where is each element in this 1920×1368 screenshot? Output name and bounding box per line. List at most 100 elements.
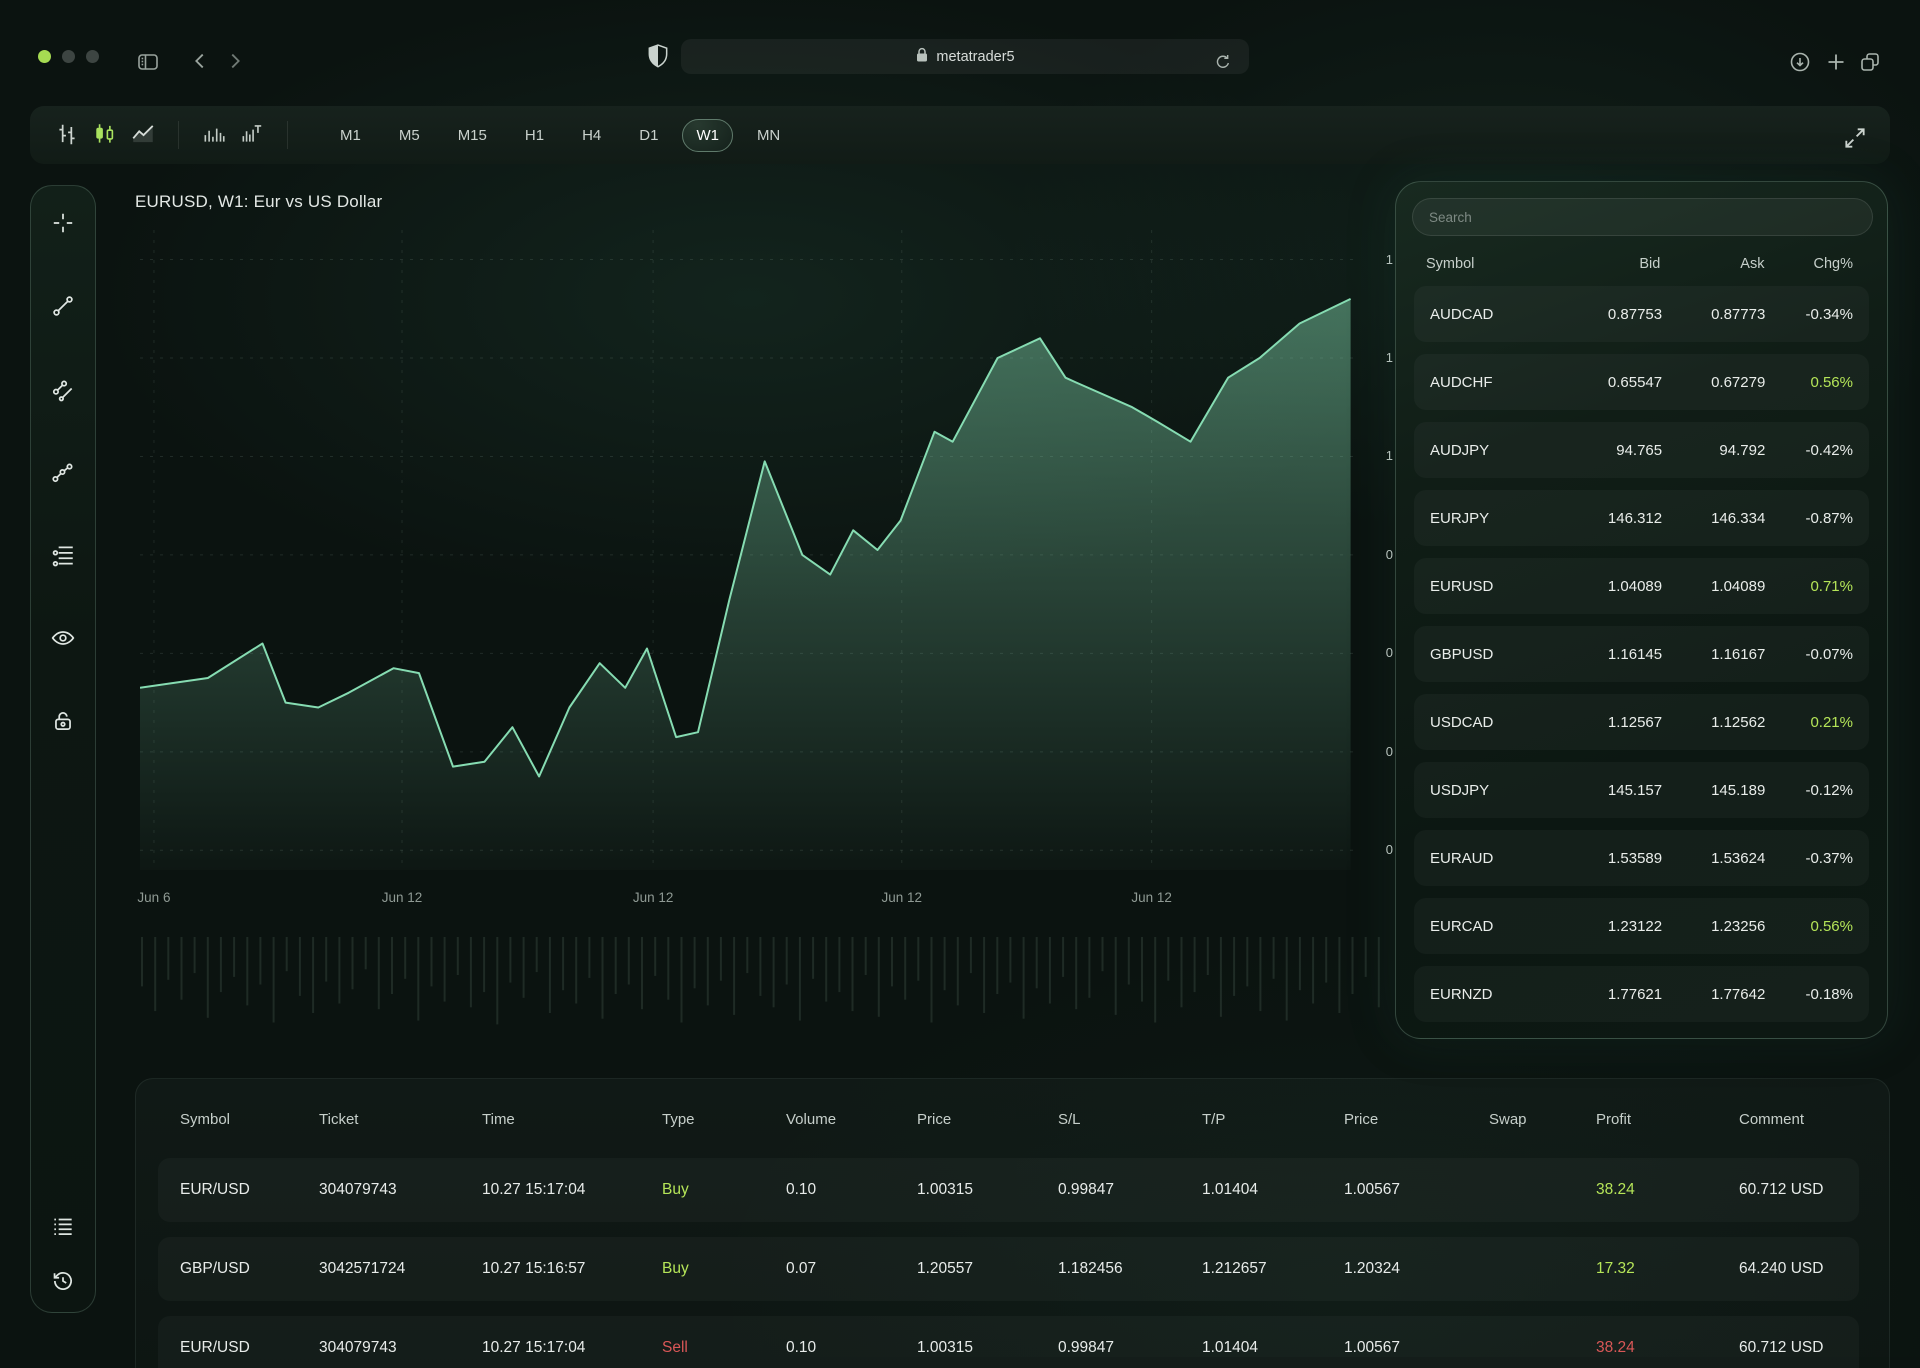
position-cell-ticket: 304079743	[319, 1181, 482, 1199]
market-row-eurcad[interactable]: EURCAD1.231221.232560.56%	[1414, 898, 1869, 954]
tab-overview-button[interactable]	[1852, 44, 1888, 83]
address-bar[interactable]: metatrader5	[681, 39, 1249, 74]
market-cell-symbol: EURJPY	[1430, 510, 1559, 527]
timeframe-w1-button[interactable]: W1	[682, 119, 733, 152]
timeframe-h4-button[interactable]: H4	[568, 119, 615, 152]
lock-tool-button[interactable]	[50, 708, 76, 736]
x-tick-label: Jun 12	[1117, 890, 1187, 905]
window-zoom-button[interactable]	[86, 50, 99, 63]
reload-button[interactable]	[1207, 46, 1239, 81]
market-row-audchf[interactable]: AUDCHF0.655470.672790.56%	[1414, 354, 1869, 410]
market-cell-bid: 1.12567	[1559, 714, 1662, 731]
line-chart-mode-button[interactable]	[124, 115, 162, 156]
market-cell-bid: 1.23122	[1559, 918, 1662, 935]
timeframe-mn-button[interactable]: MN	[743, 119, 794, 152]
position-cell-comment: 60.712 USD	[1739, 1339, 1859, 1357]
search-input[interactable]	[1412, 198, 1873, 236]
market-row-eurjpy[interactable]: EURJPY146.312146.334-0.87%	[1414, 490, 1869, 546]
timeframe-m15-button[interactable]: M15	[444, 119, 501, 152]
column-header-symbol: Symbol	[1426, 256, 1556, 272]
tick-volume-icon	[239, 121, 265, 150]
window-minimize-button[interactable]	[62, 50, 75, 63]
position-cell-sl: 1.182456	[1058, 1260, 1202, 1278]
position-cell-comment: 60.712 USD	[1739, 1181, 1859, 1199]
fullscreen-button[interactable]	[1836, 119, 1874, 160]
position-cell-tp: 1.01404	[1202, 1339, 1344, 1357]
sidebar-toggle-icon	[136, 50, 160, 77]
positions-column-swap: Swap	[1489, 1111, 1596, 1128]
volume-chart-canvas	[140, 937, 1390, 1037]
x-tick-label: Jun 6	[119, 890, 189, 905]
timeframe-m5-button[interactable]: M5	[385, 119, 434, 152]
y-tick-label: 0	[1372, 645, 1393, 660]
position-row-eurusd[interactable]: EUR/USD30407974310.27 15:17:04Buy0.101.0…	[158, 1158, 1859, 1222]
market-row-eurusd[interactable]: EURUSD1.040891.040890.71%	[1414, 558, 1869, 614]
candlestick-icon	[92, 121, 118, 150]
market-row-euraud[interactable]: EURAUD1.535891.53624-0.37%	[1414, 830, 1869, 886]
trendline-icon	[50, 293, 76, 322]
privacy-shield-icon[interactable]	[645, 42, 671, 77]
position-row-gbpusd[interactable]: GBP/USD304257172410.27 15:16:57Buy0.071.…	[158, 1237, 1859, 1301]
timeframe-d1-button[interactable]: D1	[625, 119, 672, 152]
ohlc-bars-icon	[54, 121, 80, 150]
objects-list-button[interactable]	[50, 1213, 76, 1241]
channel-icon	[50, 376, 76, 405]
toolbar-divider	[287, 121, 288, 149]
positions-column-symbol: Symbol	[180, 1111, 319, 1128]
position-cell-type: Sell	[662, 1339, 786, 1357]
browser-back-button[interactable]	[183, 44, 217, 81]
market-cell-chg: 0.71%	[1765, 578, 1853, 595]
market-cell-ask: 1.16167	[1662, 646, 1765, 663]
position-row-eurusd[interactable]: EUR/USD30407974310.27 15:17:04Sell0.101.…	[158, 1316, 1859, 1368]
tick-volume-toggle-button[interactable]	[233, 115, 271, 156]
column-header-ask: Ask	[1660, 256, 1764, 272]
new-tab-button[interactable]	[1818, 44, 1854, 83]
y-tick-label: 1	[1372, 252, 1393, 267]
market-cell-bid: 1.16145	[1559, 646, 1662, 663]
market-row-audjpy[interactable]: AUDJPY94.76594.792-0.42%	[1414, 422, 1869, 478]
timeframe-m1-button[interactable]: M1	[326, 119, 375, 152]
candlestick-mode-button[interactable]	[86, 115, 124, 156]
chevron-left-icon	[189, 50, 211, 75]
position-cell-price2: 1.20324	[1344, 1260, 1489, 1278]
market-cell-symbol: EURAUD	[1430, 850, 1559, 867]
market-cell-chg: -0.42%	[1765, 442, 1853, 459]
channel-tool-button[interactable]	[50, 376, 76, 404]
market-cell-chg: -0.18%	[1765, 986, 1853, 1003]
positions-column-comment: Comment	[1739, 1111, 1889, 1128]
market-cell-bid: 0.65547	[1559, 374, 1662, 391]
position-cell-time: 10.27 15:16:57	[482, 1260, 662, 1278]
volume-toggle-button[interactable]	[195, 115, 233, 156]
window-controls	[38, 50, 99, 63]
market-row-gbpusd[interactable]: GBPUSD1.161451.16167-0.07%	[1414, 626, 1869, 682]
column-header-bid: Bid	[1556, 256, 1660, 272]
crosshair-tool-button[interactable]	[50, 210, 76, 238]
timeframe-h1-button[interactable]: H1	[511, 119, 558, 152]
trendline-tool-button[interactable]	[50, 293, 76, 321]
market-cell-symbol: USDCAD	[1430, 714, 1559, 731]
polyline-tool-button[interactable]	[50, 459, 76, 487]
positions-column-price: Price	[1344, 1111, 1489, 1128]
visibility-tool-button[interactable]	[50, 625, 76, 653]
bar-chart-mode-button[interactable]	[48, 115, 86, 156]
window-close-button[interactable]	[38, 50, 51, 63]
market-row-usdjpy[interactable]: USDJPY145.157145.189-0.12%	[1414, 762, 1869, 818]
tabs-icon	[1858, 50, 1882, 77]
fibonacci-tool-button[interactable]	[50, 542, 76, 570]
price-chart-canvas[interactable]	[140, 230, 1353, 870]
position-cell-time: 10.27 15:17:04	[482, 1181, 662, 1199]
market-row-usdcad[interactable]: USDCAD1.125671.125620.21%	[1414, 694, 1869, 750]
market-row-audcad[interactable]: AUDCAD0.877530.87773-0.34%	[1414, 286, 1869, 342]
history-button[interactable]	[50, 1268, 76, 1296]
market-row-eurnzd[interactable]: EURNZD1.776211.77642-0.18%	[1414, 966, 1869, 1022]
browser-sidebar-toggle[interactable]	[130, 44, 166, 83]
market-cell-ask: 0.67279	[1662, 374, 1765, 391]
market-cell-ask: 0.87773	[1662, 306, 1765, 323]
metatrader-app: metatrader5	[0, 0, 1920, 1357]
position-cell-sl: 0.99847	[1058, 1181, 1202, 1199]
downloads-button[interactable]	[1782, 44, 1818, 83]
market-cell-ask: 145.189	[1662, 782, 1765, 799]
market-cell-chg: 0.56%	[1765, 918, 1853, 935]
browser-forward-button[interactable]	[218, 44, 252, 81]
column-header-chg: Chg%	[1764, 256, 1853, 272]
